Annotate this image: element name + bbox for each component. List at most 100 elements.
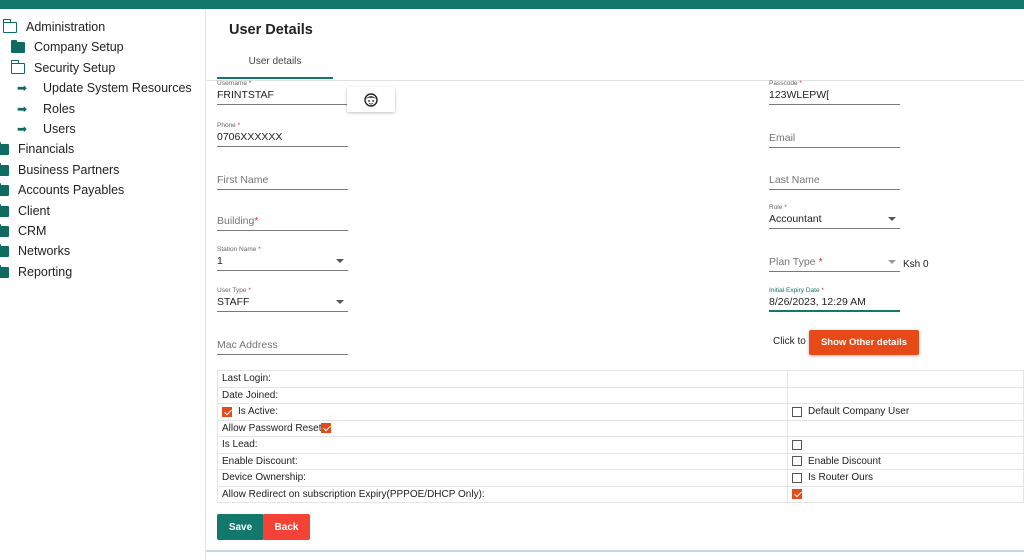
arrow-right-icon: ➡ <box>17 81 28 95</box>
sidebar-item-label: CRM <box>18 224 47 238</box>
station-name-select[interactable]: Station Name * 1 <box>217 246 348 271</box>
allow-redirect-checkbox[interactable] <box>792 489 802 500</box>
chevron-down-icon <box>888 260 896 264</box>
email-field[interactable]: Email <box>769 131 900 148</box>
last-name-field[interactable]: Last Name <box>769 173 900 190</box>
phone-label: Phone <box>217 122 236 129</box>
default-company-user-label: Default Company User <box>808 406 910 418</box>
sidebar-item-crm[interactable]: CRM <box>0 223 47 238</box>
table-row: Device Ownership: Is Router Ours <box>217 469 1024 487</box>
folder-open-icon <box>2 19 17 33</box>
folder-icon <box>0 243 9 257</box>
role-select[interactable]: Role * Accountant <box>769 204 900 229</box>
sidebar-item-label: Users <box>43 122 76 136</box>
is-active-checkbox[interactable] <box>222 406 232 417</box>
building-field[interactable]: Building* <box>217 214 348 231</box>
show-other-details-button[interactable]: Show Other details <box>809 330 919 355</box>
plan-price: Ksh 0 <box>903 259 929 270</box>
sidebar: Administration Company Setup Security Se… <box>0 9 205 560</box>
folder-icon <box>0 141 9 155</box>
sidebar-item-label: Security Setup <box>34 61 116 75</box>
arrow-right-icon: ➡ <box>17 102 28 116</box>
arrow-right-icon: ➡ <box>17 122 28 136</box>
initial-expiry-date-input[interactable]: 8/26/2023, 12:29 AM <box>769 295 900 312</box>
table-row: Last Login: <box>217 370 1024 388</box>
sidebar-item-security-setup[interactable]: Security Setup <box>10 60 116 75</box>
allow-password-reset-label: Allow Password Reset <box>222 422 322 434</box>
passcode-input[interactable]: 123WLEPW[ <box>769 88 900 105</box>
enable-discount-checkbox[interactable] <box>792 456 802 467</box>
table-row: Allow Redirect on subscription Expiry(PP… <box>217 485 1024 503</box>
default-company-user-checkbox[interactable] <box>792 406 802 417</box>
face-icon <box>364 92 378 107</box>
station-name-value: 1 <box>217 255 223 267</box>
sidebar-item-client[interactable]: Client <box>0 203 50 218</box>
back-button[interactable]: Back <box>263 514 310 540</box>
bottom-divider <box>206 550 1024 552</box>
top-bar <box>0 0 1024 9</box>
sidebar-item-label: Networks <box>18 244 71 258</box>
details-table: Last Login: Date Joined: Is Active: Defa… <box>217 370 1024 503</box>
avatar-button[interactable] <box>347 87 395 112</box>
username-field[interactable]: Username * FRINTSTAF <box>217 80 348 105</box>
is-router-ours-checkbox[interactable] <box>792 472 802 483</box>
folder-open-icon <box>10 60 25 74</box>
chevron-down-icon <box>336 259 344 263</box>
table-row: Date Joined: <box>217 386 1024 404</box>
sidebar-item-label: Update System Resources <box>43 81 192 95</box>
click-to-text: Click to <box>773 336 806 347</box>
enable-discount-row-label: Enable Discount: <box>217 452 788 470</box>
initial-expiry-date-field[interactable]: Initial Expiry Date * 8/26/2023, 12:29 A… <box>769 287 900 312</box>
user-type-label: User Type <box>217 287 247 294</box>
mac-address-field[interactable]: Mac Address <box>217 338 348 355</box>
folder-icon <box>0 223 9 237</box>
first-name-input[interactable]: First Name <box>217 173 348 190</box>
passcode-field[interactable]: Passcode * 123WLEPW[ <box>769 80 900 105</box>
sidebar-item-roles[interactable]: ➡ Roles <box>17 102 75 116</box>
sidebar-item-label: Accounts Payables <box>18 183 125 197</box>
sidebar-item-users[interactable]: ➡ Users <box>17 122 76 136</box>
allow-password-reset-checkbox[interactable] <box>321 423 332 434</box>
folder-icon <box>0 182 9 196</box>
sidebar-item-company-setup[interactable]: Company Setup <box>11 39 124 54</box>
email-input[interactable]: Email <box>769 131 900 148</box>
allow-redirect-label: Allow Redirect on subscription Expiry(PP… <box>217 485 788 503</box>
role-value: Accountant <box>769 213 822 225</box>
sidebar-item-administration[interactable]: Administration <box>2 19 105 34</box>
phone-field[interactable]: Phone * 0706XXXXXX <box>217 122 348 147</box>
save-button[interactable]: Save <box>217 514 264 540</box>
sidebar-item-accounts-payables[interactable]: Accounts Payables <box>0 182 125 197</box>
username-input[interactable]: FRINTSTAF <box>217 88 348 105</box>
is-lead-checkbox[interactable] <box>792 439 802 450</box>
folder-icon <box>0 203 9 217</box>
table-row: Allow Password Reset <box>217 419 1024 437</box>
sidebar-item-update-system-resources[interactable]: ➡ Update System Resources <box>17 81 192 95</box>
sidebar-item-label: Company Setup <box>34 40 124 54</box>
role-label: Role <box>769 204 783 211</box>
tab-user-details[interactable]: User details <box>217 52 333 79</box>
plan-type-select[interactable]: Plan Type * <box>769 255 900 272</box>
building-input[interactable]: Building* <box>217 214 348 231</box>
mac-address-input[interactable]: Mac Address <box>217 338 348 355</box>
first-name-field[interactable]: First Name <box>217 173 348 190</box>
date-joined-label: Date Joined: <box>217 386 788 404</box>
last-login-label: Last Login: <box>217 370 788 388</box>
page-title: User Details <box>229 22 313 38</box>
initial-expiry-date-label: Initial Expiry Date <box>769 287 820 294</box>
user-type-select[interactable]: User Type * STAFF <box>217 287 348 312</box>
user-type-value: STAFF <box>217 296 250 308</box>
is-active-label: Is Active: <box>238 406 279 418</box>
folder-icon <box>11 39 25 53</box>
sidebar-item-networks[interactable]: Networks <box>0 243 71 258</box>
sidebar-item-reporting[interactable]: Reporting <box>0 264 73 279</box>
sidebar-item-business-partners[interactable]: Business Partners <box>0 162 119 177</box>
phone-input[interactable]: 0706XXXXXX <box>217 130 348 147</box>
sidebar-item-label: Reporting <box>18 265 73 279</box>
folder-icon <box>0 264 9 278</box>
last-name-input[interactable]: Last Name <box>769 173 900 190</box>
sidebar-item-label: Financials <box>18 142 75 156</box>
table-row: Is Lead: <box>217 436 1024 454</box>
username-label: Username <box>217 80 247 87</box>
passcode-label: Passcode <box>769 80 798 87</box>
sidebar-item-financials[interactable]: Financials <box>0 141 75 156</box>
